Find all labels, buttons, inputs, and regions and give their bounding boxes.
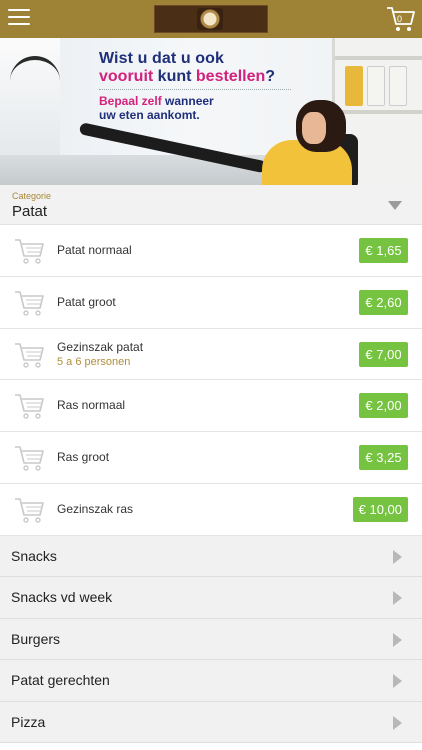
cart-icon[interactable] (14, 237, 46, 265)
cart-icon[interactable] (14, 289, 46, 317)
product-name: Gezinszak patat (57, 339, 144, 354)
menu-item[interactable]: Pizza (0, 701, 422, 743)
menu-item[interactable]: Snacks vd week (0, 577, 422, 619)
triangle-right-icon (393, 550, 402, 564)
cart-icon[interactable] (14, 496, 46, 524)
menu-item[interactable]: Burgers (0, 618, 422, 661)
product-row[interactable]: Patat normaal € 1,65 (0, 225, 422, 277)
triangle-right-icon (393, 674, 402, 689)
category-label: Categorie (12, 191, 52, 201)
category-value: Patat (12, 203, 48, 220)
product-subtitle: 5 a 6 personen (57, 355, 131, 368)
price-button[interactable]: € 2,60 (359, 289, 408, 315)
triangle-right-icon (393, 632, 402, 647)
menu-item[interactable]: Snacks (0, 536, 422, 578)
product-row[interactable]: Gezinszak patat 5 a 6 personen € 7,00 (0, 328, 422, 381)
triangle-right-icon (393, 715, 402, 730)
triangle-right-icon (393, 591, 402, 606)
price-button[interactable]: € 7,00 (359, 341, 408, 367)
logo (154, 5, 268, 33)
menu-item[interactable]: Patat gerechten (0, 660, 422, 702)
banner-line-2: vooruit kunt bestellen? (99, 68, 276, 85)
menu-item-label: Snacks vd week (11, 589, 113, 606)
menu-item-label: Pizza (11, 713, 46, 730)
banner-divider (99, 89, 291, 90)
product-name: Gezinszak ras (57, 501, 134, 516)
triangle-down-icon (388, 201, 402, 210)
cart-count: 0 (397, 14, 403, 24)
product-row[interactable]: Ras normaal € 2,00 (0, 380, 422, 433)
price-button[interactable]: € 2,00 (359, 393, 408, 419)
price-button[interactable]: € 10,00 (352, 496, 408, 522)
menu-item-label: Patat gerechten (11, 672, 110, 689)
price-button[interactable]: € 1,65 (359, 238, 408, 263)
product-row[interactable]: Ras groot € 3,25 (0, 432, 422, 484)
menu-item-label: Burgers (11, 630, 61, 647)
product-row[interactable]: Patat groot € 2,60 (0, 276, 422, 329)
promo-banner[interactable]: Wist u dat u ook vooruit kunt bestellen?… (0, 38, 422, 185)
logo-emblem (197, 8, 223, 30)
product-name: Patat groot (57, 294, 116, 309)
menu-item-label: Snacks (11, 548, 57, 564)
cart-icon[interactable] (14, 341, 46, 369)
banner-line-4: uw eten aankomt. (99, 108, 200, 122)
category-menu: Snacks Snacks vd week Burgers Patat gerecht… (0, 536, 422, 743)
price-button[interactable]: € 3,25 (359, 445, 408, 471)
banner-line-3: Bepaal zelf wanneer (99, 94, 214, 108)
banner-line-1: Wist u dat u ook (99, 50, 225, 67)
product-list: Patat normaal € 1,65 Patat groot € 2,60 Gezi… (0, 225, 422, 536)
cart-icon[interactable]: 0 (386, 5, 416, 33)
cart-icon[interactable] (14, 392, 46, 420)
top-bar: 0 (0, 0, 422, 38)
cart-icon[interactable] (14, 444, 46, 472)
product-name: Patat normaal (57, 243, 132, 257)
category-select[interactable]: Categorie Patat (0, 185, 422, 225)
hamburger-icon[interactable] (8, 9, 30, 27)
banner-text: Wist u dat u ook vooruit kunt bestellen?… (99, 50, 291, 122)
product-row[interactable]: Gezinszak ras € 10,00 (0, 483, 422, 536)
banner-woman-face (302, 112, 326, 144)
product-name: Ras normaal (57, 398, 126, 413)
product-name: Ras groot (57, 450, 110, 465)
